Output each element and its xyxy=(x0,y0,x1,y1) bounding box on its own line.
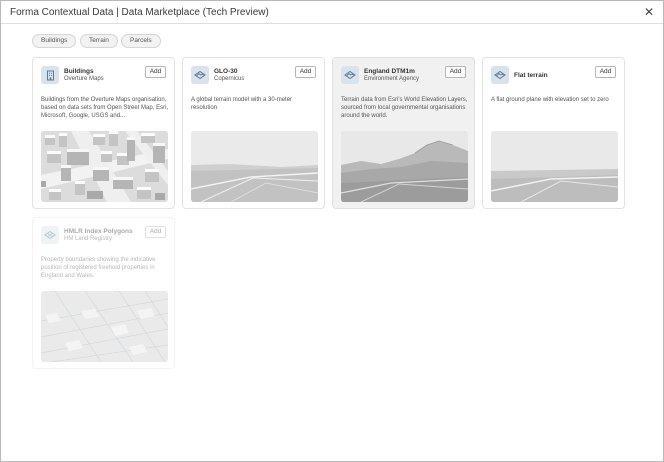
terrain-icon xyxy=(491,66,509,84)
flat-terrain-preview-image xyxy=(491,131,618,202)
filter-chip-buildings[interactable]: Buildings xyxy=(32,34,77,48)
terrain-icon xyxy=(341,66,359,84)
card-provider: Overture Maps xyxy=(64,76,104,82)
card-title: Flat terrain xyxy=(514,72,548,79)
add-glo-30-button[interactable]: Add xyxy=(295,66,316,78)
filter-chip-parcels[interactable]: Parcels xyxy=(121,34,161,48)
card-description: A global terrain model with a 30-meter r… xyxy=(191,97,293,112)
dialog-title: Forma Contextual Data | Data Marketplace… xyxy=(10,7,269,18)
glo-30-preview-image xyxy=(191,131,318,202)
card-title: HMLR Index Polygons xyxy=(64,228,133,235)
card-description: Buildings from the Overture Maps organis… xyxy=(41,97,169,120)
filter-chip-terrain[interactable]: Terrain xyxy=(80,34,118,48)
card-provider: Copernicus xyxy=(214,76,245,82)
dataset-card-buildings[interactable]: Buildings Overture Maps Add Buildings fr… xyxy=(32,57,175,209)
close-icon[interactable]: ✕ xyxy=(643,6,655,18)
add-flat-terrain-button[interactable]: Add xyxy=(595,66,616,78)
dataset-card-flat-terrain[interactable]: Flat terrain Add A flat ground plane wit… xyxy=(482,57,625,209)
dialog-titlebar: Forma Contextual Data | Data Marketplace… xyxy=(1,1,663,24)
card-title: GLO-30 xyxy=(214,68,238,75)
buildings-preview-image xyxy=(41,131,168,202)
parcel-icon xyxy=(41,226,59,244)
card-description: Property boundaries showing the indicati… xyxy=(41,257,156,280)
card-description: Terrain data from Esri's World Elevation… xyxy=(341,97,468,120)
england-dtm1m-preview-image xyxy=(341,131,468,202)
dataset-card-hmlr-index-polygons: HMLR Index Polygons HM Land Registry Add… xyxy=(32,217,175,369)
data-marketplace-dialog: Forma Contextual Data | Data Marketplace… xyxy=(0,0,664,462)
building-icon xyxy=(41,66,59,84)
card-provider: HM Land Registry xyxy=(64,236,113,242)
add-england-dtm1m-button[interactable]: Add xyxy=(445,66,466,78)
dataset-card-glo-30[interactable]: GLO-30 Copernicus Add A global terrain m… xyxy=(182,57,325,209)
add-buildings-button[interactable]: Add xyxy=(145,66,166,78)
terrain-icon xyxy=(191,66,209,84)
add-hmlr-index-polygons-button: Add xyxy=(145,226,166,238)
card-title: England DTM1m xyxy=(364,68,415,75)
card-provider: Environment Agency xyxy=(364,76,420,82)
card-title: Buildings xyxy=(64,68,94,75)
card-description: A flat ground plane with elevation set t… xyxy=(491,97,609,103)
dataset-card-england-dtm1m[interactable]: England DTM1m Environment Agency Add Ter… xyxy=(332,57,475,209)
hmlr-preview-image xyxy=(41,291,168,362)
